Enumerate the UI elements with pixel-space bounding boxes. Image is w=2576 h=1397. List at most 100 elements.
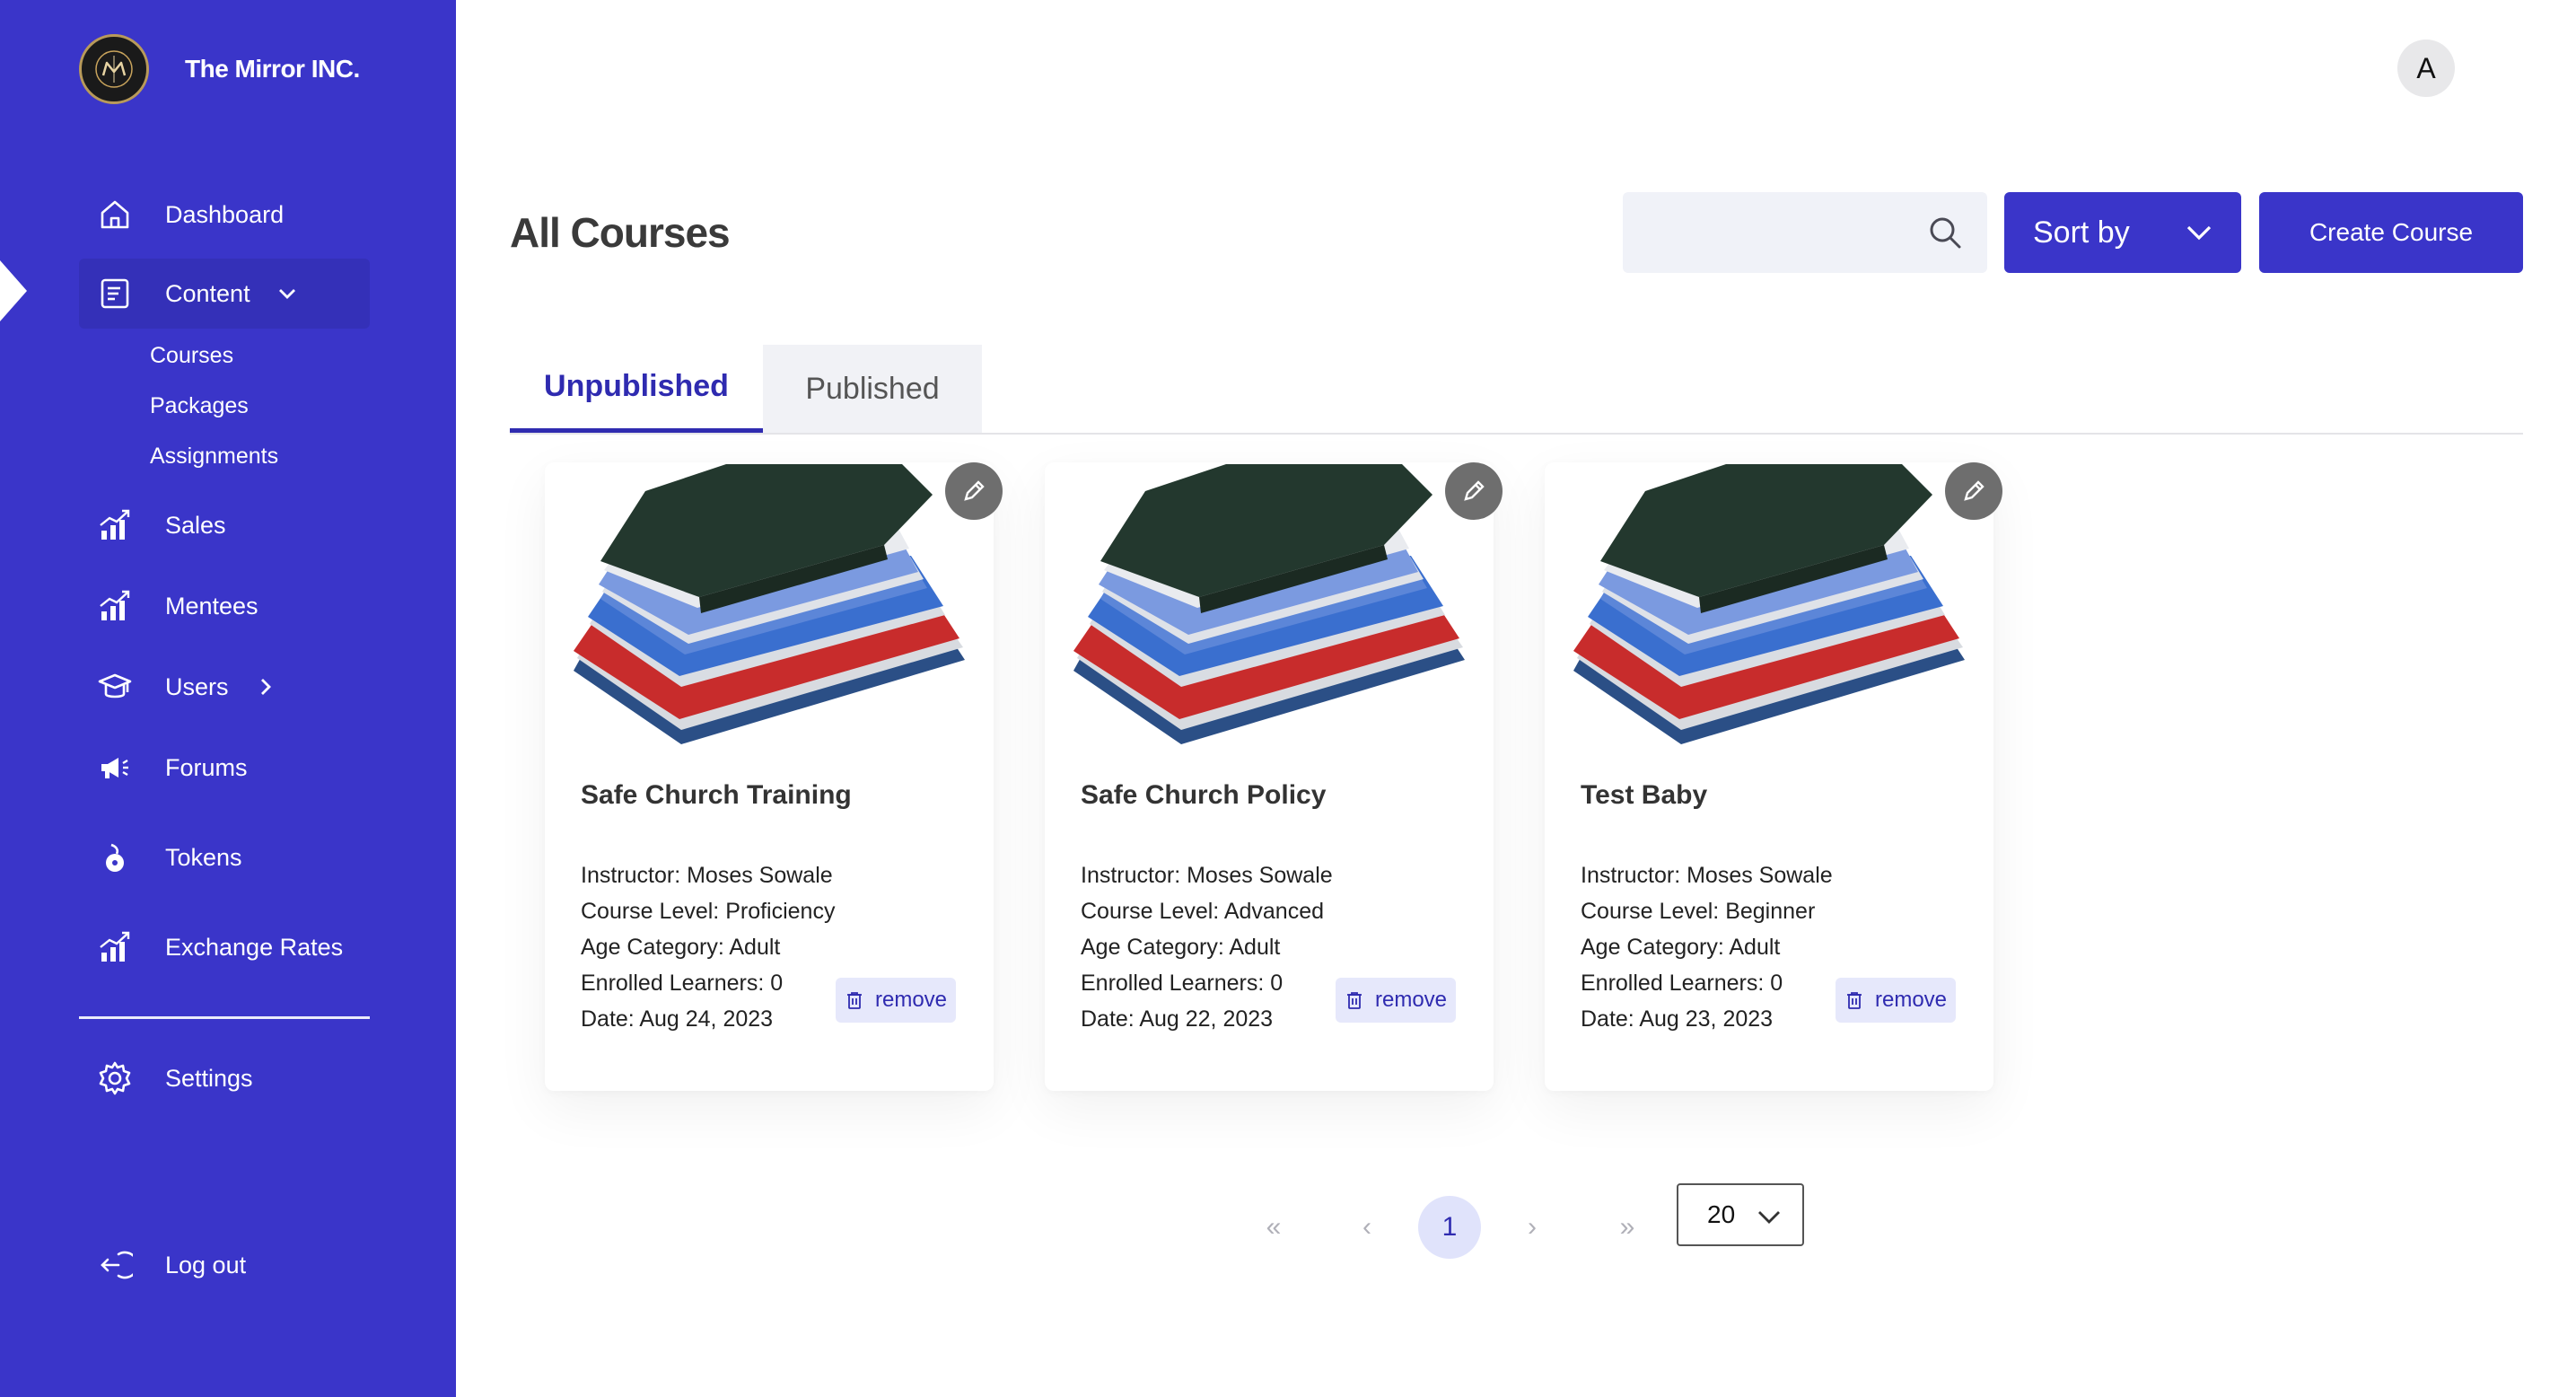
megaphone-icon xyxy=(95,748,135,787)
course-date: Date: Aug 22, 2023 xyxy=(1081,1006,1274,1032)
sidebar-item-logout[interactable]: Log out xyxy=(79,1230,370,1300)
sidebar-subitem-assignments[interactable]: Assignments xyxy=(150,444,278,470)
create-course-button[interactable]: Create Course xyxy=(2259,192,2523,273)
course-card[interactable]: Safe Church Policy Instructor: Moses Sow… xyxy=(1045,462,1503,1091)
course-meta: Instructor: Moses Sowale Course Level: A… xyxy=(1081,857,1333,1037)
sidebar-item-label: Dashboard xyxy=(165,200,285,228)
books-image xyxy=(1573,464,1965,744)
next-page-button[interactable]: › xyxy=(1501,1196,1564,1259)
search-input[interactable] xyxy=(1641,192,1910,273)
sidebar-item-label: Exchange Rates xyxy=(165,933,344,961)
last-page-button[interactable]: » xyxy=(1596,1196,1659,1259)
course-enrolled: Enrolled Learners: 0 xyxy=(1581,971,1783,996)
course-title: Test Baby xyxy=(1581,780,1708,810)
course-age-category: Age Category: Adult xyxy=(1581,935,1781,960)
sidebar: The Mirror INC. Dashboard Content Course… xyxy=(0,0,456,1397)
course-card[interactable]: Test Baby Instructor: Moses Sowale Cours… xyxy=(1545,462,2002,1091)
course-level: Course Level: Advanced xyxy=(1081,899,1325,924)
course-meta: Instructor: Moses Sowale Course Level: P… xyxy=(581,857,835,1037)
per-page-value: 20 xyxy=(1707,1200,1736,1228)
course-instructor: Instructor: Moses Sowale xyxy=(581,863,833,888)
sidebar-subitem-packages[interactable]: Packages xyxy=(150,393,249,419)
pencil-icon xyxy=(1464,480,1485,501)
sidebar-divider xyxy=(79,1016,370,1019)
search-icon[interactable] xyxy=(1926,214,1964,251)
edit-button[interactable] xyxy=(1445,462,1503,520)
active-indicator xyxy=(0,260,27,321)
sidebar-item-label: Settings xyxy=(165,1064,253,1092)
gear-icon xyxy=(95,1059,135,1098)
remove-button[interactable]: remove xyxy=(1836,978,1956,1023)
chevron-down-icon xyxy=(276,282,299,305)
bar-chart-icon xyxy=(95,505,135,545)
first-page-button[interactable]: « xyxy=(1242,1196,1305,1259)
sidebar-subitem-courses[interactable]: Courses xyxy=(150,343,233,369)
sidebar-item-label: Tokens xyxy=(165,843,242,871)
sort-dropdown[interactable]: Sort by xyxy=(2004,192,2241,273)
edit-button[interactable] xyxy=(1945,462,2002,520)
course-enrolled: Enrolled Learners: 0 xyxy=(581,971,784,996)
remove-label: remove xyxy=(1374,988,1448,1012)
remove-label: remove xyxy=(874,988,948,1012)
books-image xyxy=(1073,464,1465,744)
course-age-category: Age Category: Adult xyxy=(1081,935,1281,960)
course-instructor: Instructor: Moses Sowale xyxy=(1581,863,1833,888)
chevron-right-icon xyxy=(254,675,277,698)
sidebar-item-label: Sales xyxy=(165,511,226,539)
user-avatar[interactable]: A xyxy=(2397,40,2455,97)
pencil-icon xyxy=(1964,480,1985,501)
document-icon xyxy=(95,274,135,313)
course-date: Date: Aug 24, 2023 xyxy=(581,1006,774,1032)
brand-name: The Mirror INC. xyxy=(185,55,360,83)
sidebar-item-label: Forums xyxy=(165,753,248,781)
mirror-logo-icon xyxy=(95,50,133,88)
graduation-cap-icon xyxy=(95,667,135,707)
sidebar-item-sales[interactable]: Sales xyxy=(79,490,370,560)
remove-button[interactable]: remove xyxy=(836,978,956,1023)
books-image xyxy=(574,464,965,744)
sort-label: Sort by xyxy=(2033,215,2130,250)
page-title: All Courses xyxy=(510,209,731,256)
sidebar-item-tokens[interactable]: Tokens xyxy=(79,822,370,892)
course-card[interactable]: Safe Church Training Instructor: Moses S… xyxy=(545,462,1003,1091)
search-box[interactable] xyxy=(1623,192,1987,273)
course-enrolled: Enrolled Learners: 0 xyxy=(1081,971,1284,996)
sidebar-item-label: Log out xyxy=(165,1251,247,1278)
brand[interactable]: The Mirror INC. xyxy=(79,34,360,104)
trash-icon xyxy=(1346,992,1362,1009)
brand-logo xyxy=(79,34,149,104)
tabs-divider xyxy=(510,433,2523,435)
course-title: Safe Church Training xyxy=(581,780,852,810)
bar-chart-icon xyxy=(95,586,135,626)
tab-published[interactable]: Published xyxy=(763,345,982,433)
prev-page-button[interactable]: ‹ xyxy=(1336,1196,1398,1259)
sidebar-item-forums[interactable]: Forums xyxy=(79,733,370,803)
tab-unpublished[interactable]: Unpublished xyxy=(510,345,763,433)
chevron-down-icon xyxy=(2186,225,2212,241)
chevron-down-icon xyxy=(1758,1211,1780,1224)
course-instructor: Instructor: Moses Sowale xyxy=(1081,863,1333,888)
sidebar-item-label: Mentees xyxy=(165,592,258,619)
course-level: Course Level: Beginner xyxy=(1581,899,1816,924)
course-meta: Instructor: Moses Sowale Course Level: B… xyxy=(1581,857,1833,1037)
per-page-select[interactable]: 20 xyxy=(1677,1183,1804,1246)
sidebar-item-settings[interactable]: Settings xyxy=(79,1043,370,1113)
token-icon xyxy=(95,838,135,877)
page-number-current[interactable]: 1 xyxy=(1418,1196,1481,1259)
course-age-category: Age Category: Adult xyxy=(581,935,781,960)
course-level: Course Level: Proficiency xyxy=(581,899,836,924)
trash-icon xyxy=(1846,992,1862,1009)
home-icon xyxy=(95,195,135,234)
sidebar-item-content[interactable]: Content xyxy=(79,259,370,329)
course-title: Safe Church Policy xyxy=(1081,780,1327,810)
edit-button[interactable] xyxy=(945,462,1003,520)
remove-label: remove xyxy=(1874,988,1948,1012)
logout-icon xyxy=(95,1245,135,1285)
sidebar-item-users[interactable]: Users xyxy=(79,652,370,722)
sidebar-item-label: Users xyxy=(165,672,229,700)
sidebar-item-dashboard[interactable]: Dashboard xyxy=(79,180,370,250)
course-date: Date: Aug 23, 2023 xyxy=(1581,1006,1774,1032)
sidebar-item-exchange-rates[interactable]: Exchange Rates xyxy=(79,912,370,982)
remove-button[interactable]: remove xyxy=(1336,978,1456,1023)
sidebar-item-mentees[interactable]: Mentees xyxy=(79,571,370,641)
